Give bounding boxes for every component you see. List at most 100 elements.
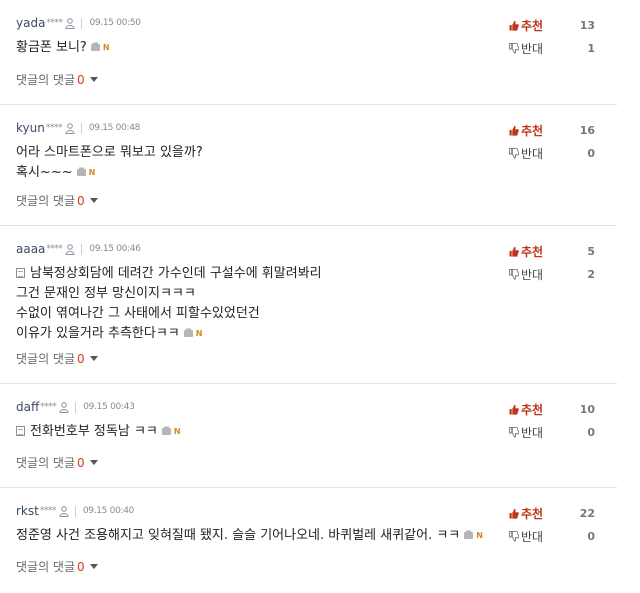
mobile-icon <box>183 328 193 337</box>
user-icon[interactable] <box>59 401 69 413</box>
comment-body: 정준영 사건 조용해지고 잊혀질때 됐지. 슬슬 기어나오네. 바퀴벌레 새퀴같… <box>16 526 483 546</box>
caret-down-icon <box>89 356 98 361</box>
upvote-count: 5 <box>587 244 595 258</box>
mobile-icon <box>90 42 100 51</box>
thumb-up-icon <box>509 404 519 415</box>
author-masked-stars: **** <box>40 402 57 412</box>
downvote-button[interactable]: 반대 0 <box>509 145 599 161</box>
comment-line: 수없이 엮여나간 그 사태에서 피할수있었던건 <box>16 304 322 324</box>
downvote-count: 0 <box>587 425 595 439</box>
author-name[interactable]: rkst <box>16 504 39 518</box>
upvote-label: 추천 <box>521 402 544 417</box>
upvote-label: 추천 <box>521 506 544 521</box>
reply-count: 0 <box>77 455 85 470</box>
mobile-icon <box>161 426 171 435</box>
comment-text: 이유가 있을거라 추측한다ㅋㅋ <box>16 326 180 341</box>
thumb-down-icon <box>509 530 519 542</box>
comment-text: 전화번호부 정독남 ㅋㅋ <box>30 424 158 439</box>
comment-text: 수없이 엮여나간 그 사태에서 피할수있었던건 <box>16 306 260 321</box>
comment-text: 혹시~~~ <box>16 165 73 180</box>
reply-count: 0 <box>77 193 85 208</box>
reply-toggle[interactable]: 댓글의 댓글 0 <box>16 71 98 88</box>
comment-line: 남북정상회담에 데려간 가수인데 구설수에 휘말려봐리 <box>16 264 322 284</box>
comment-text: 정준영 사건 조용해지고 잊혀질때 됐지. 슬슬 기어나오네. 바퀴벌레 새퀴같… <box>16 528 461 543</box>
downvote-button[interactable]: 반대 0 <box>509 424 599 440</box>
thumb-up-icon <box>509 508 519 519</box>
upvote-button[interactable]: 추천 22 <box>509 505 599 521</box>
downvote-button[interactable]: 반대 2 <box>509 266 599 282</box>
comment-body: 남북정상회담에 데려간 가수인데 구설수에 휘말려봐리 그건 문재인 정부 망신… <box>16 264 322 344</box>
caret-down-icon <box>89 564 98 569</box>
comment-line: 황금폰 보니? N <box>16 38 110 58</box>
document-icon <box>16 268 25 278</box>
comment-meta: rkst **** 09.15 00:40 <box>16 503 134 519</box>
reply-label: 댓글의 댓글 <box>16 194 76 208</box>
upvote-button[interactable]: 추천 5 <box>509 243 599 259</box>
downvote-count: 0 <box>587 146 595 160</box>
comment-list: yada **** 09.15 00:50 황금폰 보니? N 댓글의 댓글 0 추… <box>0 0 640 593</box>
comment-meta: aaaa **** 09.15 00:46 <box>16 241 141 257</box>
downvote-count: 0 <box>587 529 595 543</box>
meta-divider <box>80 122 82 134</box>
comment-text: 어라 스마트폰으로 뭐보고 있을까? <box>16 145 203 160</box>
author-name[interactable]: aaaa <box>16 242 45 256</box>
author-name[interactable]: kyun <box>16 121 45 135</box>
comment-date: 09.15 00:43 <box>83 402 135 412</box>
comment-line: 정준영 사건 조용해지고 잊혀질때 됐지. 슬슬 기어나오네. 바퀴벌레 새퀴같… <box>16 526 483 546</box>
user-icon[interactable] <box>65 122 75 134</box>
downvote-button[interactable]: 반대 0 <box>509 528 599 544</box>
author-masked-stars: **** <box>46 244 63 254</box>
comment-body: 황금폰 보니? N <box>16 38 110 58</box>
author-masked-stars: **** <box>46 18 63 28</box>
comment-meta: daff **** 09.15 00:43 <box>16 399 135 415</box>
upvote-count: 22 <box>579 506 595 520</box>
reply-label: 댓글의 댓글 <box>16 73 76 87</box>
upvote-button[interactable]: 추천 16 <box>509 122 599 138</box>
comment-item: yada **** 09.15 00:50 황금폰 보니? N 댓글의 댓글 0 추… <box>0 0 617 105</box>
author-name[interactable]: yada <box>16 16 45 30</box>
author-name[interactable]: daff <box>16 400 39 414</box>
caret-down-icon <box>89 198 98 203</box>
comment-body: 어라 스마트폰으로 뭐보고 있을까? 혹시~~~ N <box>16 143 203 183</box>
downvote-label: 반대 <box>521 146 544 161</box>
comment-item: kyun **** 09.15 00:48 어라 스마트폰으로 뭐보고 있을까?… <box>0 105 617 226</box>
reply-toggle[interactable]: 댓글의 댓글 0 <box>16 192 98 209</box>
reply-toggle[interactable]: 댓글의 댓글 0 <box>16 558 98 575</box>
upvote-label: 추천 <box>521 123 544 138</box>
downvote-button[interactable]: 반대 1 <box>509 40 599 56</box>
upvote-label: 추천 <box>521 18 544 33</box>
comment-line: 혹시~~~ N <box>16 163 203 183</box>
reply-count: 0 <box>77 351 85 366</box>
meta-divider <box>81 243 83 255</box>
upvote-label: 추천 <box>521 244 544 259</box>
reply-toggle[interactable]: 댓글의 댓글 0 <box>16 454 98 471</box>
document-icon <box>16 426 25 436</box>
meta-divider <box>81 17 83 29</box>
mobile-icon <box>464 530 474 539</box>
page-edge <box>617 0 640 593</box>
caret-down-icon <box>89 77 98 82</box>
reply-count: 0 <box>77 559 85 574</box>
thumb-up-icon <box>509 246 519 257</box>
comment-date: 09.15 00:46 <box>89 244 141 254</box>
upvote-count: 13 <box>579 18 595 32</box>
reply-toggle[interactable]: 댓글의 댓글 0 <box>16 350 98 367</box>
new-badge: N <box>88 168 96 177</box>
thumb-up-icon <box>509 20 519 31</box>
upvote-count: 10 <box>579 402 595 416</box>
thumb-up-icon <box>509 125 519 136</box>
upvote-button[interactable]: 추천 10 <box>509 401 599 417</box>
user-icon[interactable] <box>65 243 75 255</box>
comment-text: 남북정상회담에 데려간 가수인데 구설수에 휘말려봐리 <box>30 266 322 281</box>
user-icon[interactable] <box>59 505 69 517</box>
caret-down-icon <box>89 460 98 465</box>
comment-line: 어라 스마트폰으로 뭐보고 있을까? <box>16 143 203 163</box>
upvote-button[interactable]: 추천 13 <box>509 17 599 33</box>
comment-meta: kyun **** 09.15 00:48 <box>16 120 140 136</box>
reply-label: 댓글의 댓글 <box>16 352 76 366</box>
downvote-count: 1 <box>587 41 595 55</box>
comment-date: 09.15 00:40 <box>82 506 135 516</box>
user-icon[interactable] <box>65 17 75 29</box>
new-badge: N <box>476 531 483 540</box>
comment-text: 황금폰 보니? <box>16 40 87 55</box>
